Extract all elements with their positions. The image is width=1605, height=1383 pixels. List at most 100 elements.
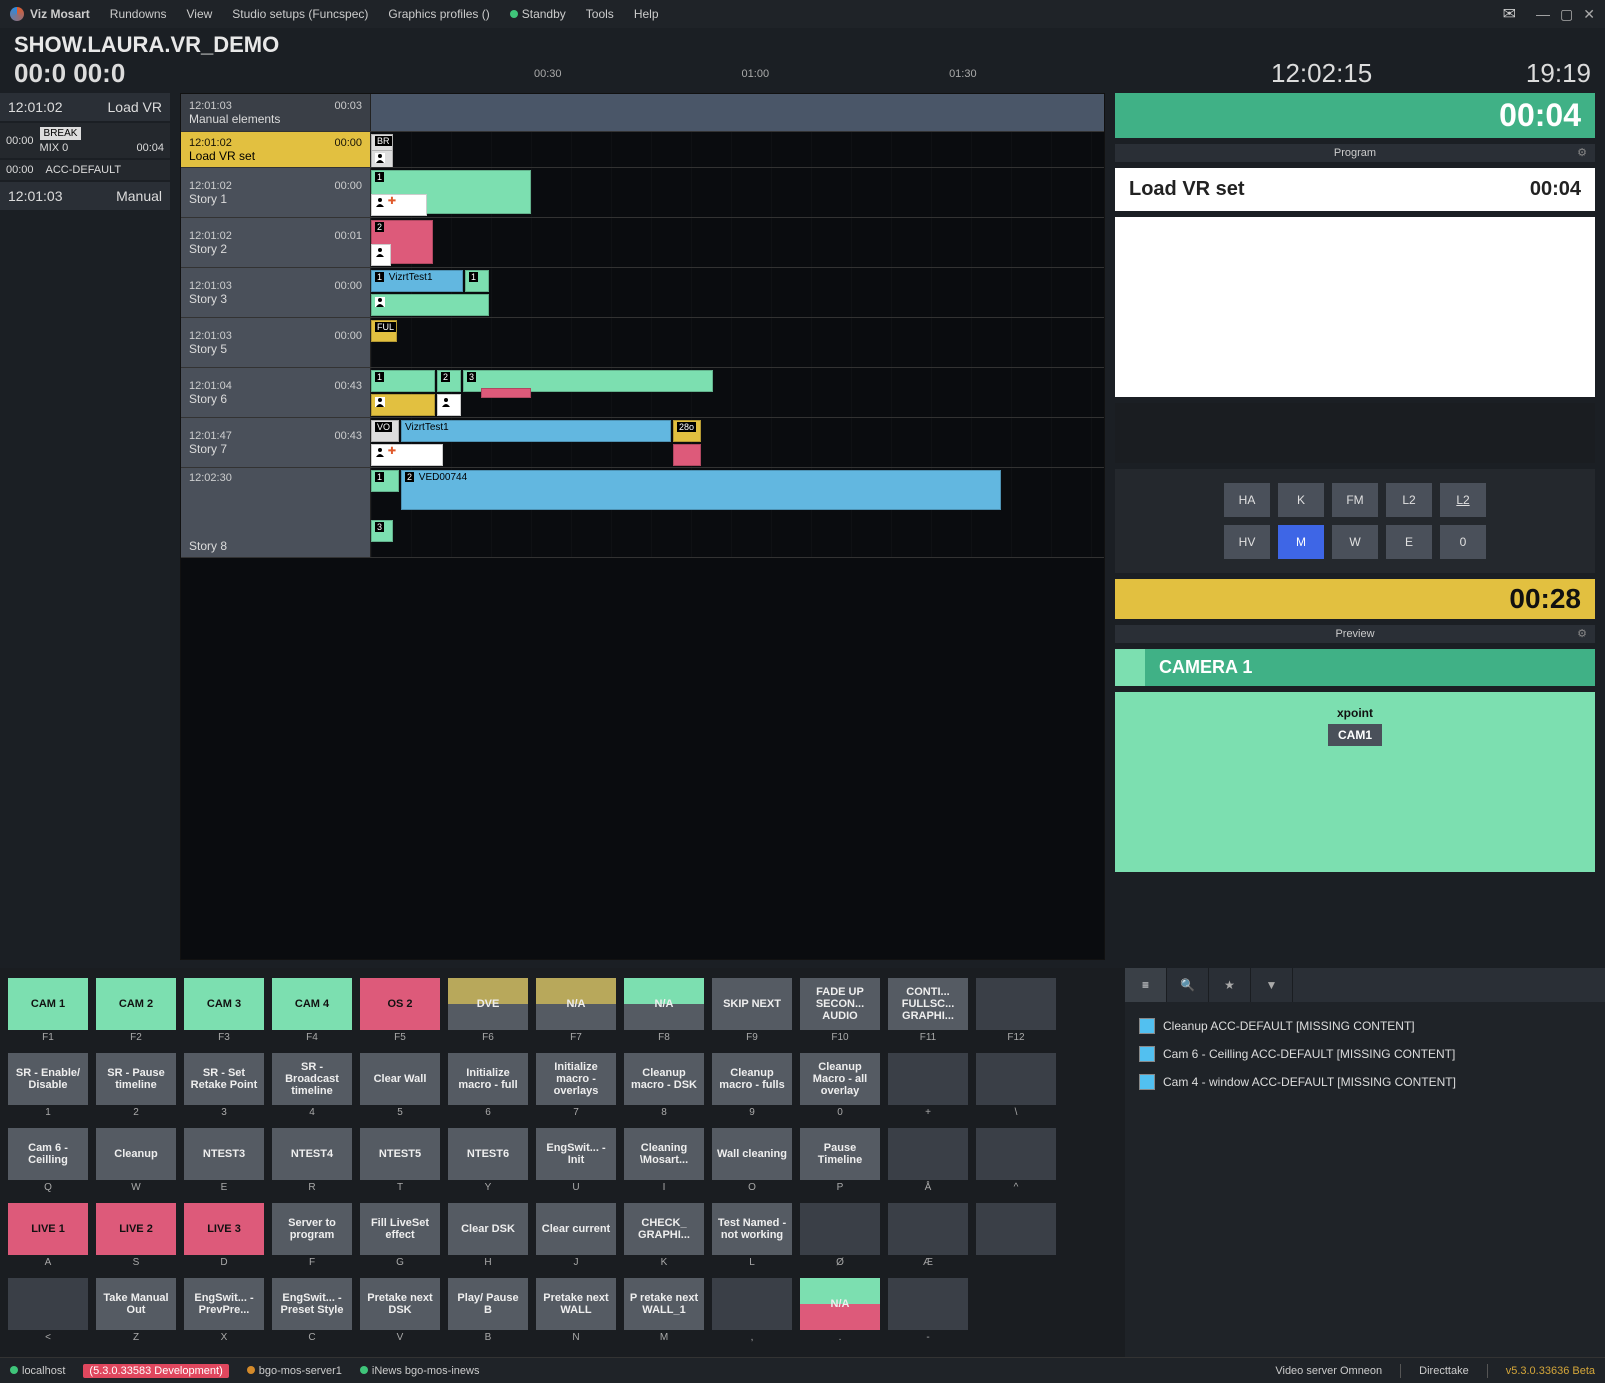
clip[interactable]: VizrtTest1	[401, 420, 671, 442]
clip[interactable]	[371, 294, 489, 316]
shortcut-key[interactable]: Clear DSK	[448, 1203, 528, 1255]
clip[interactable]: VO	[371, 420, 399, 442]
shortcut-key[interactable]: EngSwit... - PrevPre...	[184, 1278, 264, 1330]
story-label[interactable]: 12:01:0300:03 Manual elements	[181, 94, 371, 131]
clip[interactable]: ✚	[371, 194, 427, 216]
shortcut-key[interactable]: SR - Broadcast timeline	[272, 1053, 352, 1105]
shortcut-key[interactable]: Cleanup	[96, 1128, 176, 1180]
btn-fm[interactable]: FM	[1332, 483, 1378, 517]
menu-graphics-profiles[interactable]: Graphics profiles ()	[388, 7, 489, 21]
asset-list-item[interactable]: Cleanup ACC-DEFAULT [MISSING CONTENT]	[1135, 1012, 1595, 1040]
shortcut-key[interactable]: DVE	[448, 978, 528, 1030]
btn-0[interactable]: 0	[1440, 525, 1486, 559]
window-maximize-icon[interactable]: ▢	[1560, 6, 1573, 23]
shortcut-key[interactable]	[976, 978, 1056, 1030]
btn-l2[interactable]: L2	[1386, 483, 1432, 517]
shortcut-key[interactable]: CONTI... FULLSC... GRAPHI...	[888, 978, 968, 1030]
shortcut-key[interactable]: CHECK_ GRAPHI...	[624, 1203, 704, 1255]
shortcut-key[interactable]: Cleanup Macro - all overlay	[800, 1053, 880, 1105]
shortcut-key[interactable]	[976, 1128, 1056, 1180]
clip[interactable]: 1	[371, 370, 435, 392]
shortcut-key[interactable]	[976, 1053, 1056, 1105]
shortcut-key[interactable]: CAM 2	[96, 978, 176, 1030]
clip[interactable]	[371, 244, 391, 266]
shortcut-key[interactable]: CAM 4	[272, 978, 352, 1030]
gear-icon[interactable]: ⚙	[1577, 146, 1587, 159]
shortcut-key[interactable]: Play/ Pause B	[448, 1278, 528, 1330]
shortcut-key[interactable]: NTEST5	[360, 1128, 440, 1180]
clip[interactable]	[437, 394, 461, 416]
shortcut-key[interactable]: Cleaning \Mosart...	[624, 1128, 704, 1180]
shortcut-key[interactable]	[976, 1203, 1056, 1255]
shortcut-key[interactable]: SR - Pause timeline	[96, 1053, 176, 1105]
shortcut-key[interactable]: CAM 3	[184, 978, 264, 1030]
shortcut-key[interactable]	[8, 1278, 88, 1330]
shortcut-key[interactable]: Pretake next DSK	[360, 1278, 440, 1330]
shortcut-key[interactable]: Take Manual Out	[96, 1278, 176, 1330]
btn-m[interactable]: M	[1278, 525, 1324, 559]
shortcut-key[interactable]: CAM 1	[8, 978, 88, 1030]
shortcut-key[interactable]: SR - Enable/ Disable	[8, 1053, 88, 1105]
btn-ha[interactable]: HA	[1224, 483, 1270, 517]
timeline[interactable]: 12:01:0300:03 Manual elements 12:01:0200…	[180, 93, 1105, 960]
menu-studio-setups[interactable]: Studio setups (Funcspec)	[232, 7, 368, 21]
gear-icon[interactable]: ⚙	[1577, 627, 1587, 640]
clip[interactable]	[673, 444, 701, 466]
xpoint-value[interactable]: CAM1	[1328, 724, 1382, 746]
story-label[interactable]: 12:01:0200:00 Story 1	[181, 168, 371, 217]
clip[interactable]: FUL	[371, 320, 397, 342]
shortcut-key[interactable]: Clear Wall	[360, 1053, 440, 1105]
clip[interactable]	[371, 394, 435, 416]
shortcut-key[interactable]	[888, 1053, 968, 1105]
shortcut-key[interactable]: SR - Set Retake Point	[184, 1053, 264, 1105]
tab-search-icon[interactable]: 🔍	[1167, 968, 1209, 1002]
shortcut-key[interactable]	[800, 1203, 880, 1255]
shortcut-key[interactable]: NTEST4	[272, 1128, 352, 1180]
btn-l2-u[interactable]: L2	[1440, 483, 1486, 517]
clip[interactable]: 1	[371, 470, 399, 492]
asset-list-item[interactable]: Cam 4 - window ACC-DEFAULT [MISSING CONT…	[1135, 1068, 1595, 1096]
shortcut-key[interactable]: Clear current	[536, 1203, 616, 1255]
asset-list-item[interactable]: Cam 6 - Ceilling ACC-DEFAULT [MISSING CO…	[1135, 1040, 1595, 1068]
story-label[interactable]: 12:01:0300:00 Story 3	[181, 268, 371, 317]
story-label[interactable]: 12:01:0300:00 Story 5	[181, 318, 371, 367]
shortcut-key[interactable]: Initialize macro - overlays	[536, 1053, 616, 1105]
story-label[interactable]: 12:01:0400:43 Story 6	[181, 368, 371, 417]
shortcut-key[interactable]: Cleanup macro - fulls	[712, 1053, 792, 1105]
clip[interactable]: 3	[371, 520, 393, 542]
menu-view[interactable]: View	[187, 7, 213, 21]
btn-hv[interactable]: HV	[1224, 525, 1270, 559]
clip[interactable]: 1	[465, 270, 489, 292]
menu-help[interactable]: Help	[634, 7, 659, 21]
clip[interactable]	[371, 150, 393, 167]
mail-icon[interactable]: ✉	[1503, 4, 1516, 24]
clip[interactable]: 2	[437, 370, 461, 392]
clip[interactable]: 2 VED00744	[401, 470, 1001, 510]
shortcut-key[interactable]: N/A	[536, 978, 616, 1030]
shortcut-key[interactable]: EngSwit... - Preset Style	[272, 1278, 352, 1330]
shortcut-key[interactable]: Cleanup macro - DSK	[624, 1053, 704, 1105]
shortcut-key[interactable]: Pause Timeline	[800, 1128, 880, 1180]
shortcut-key[interactable]: EngSwit... - Init	[536, 1128, 616, 1180]
shortcut-key[interactable]: Wall cleaning	[712, 1128, 792, 1180]
shortcut-key[interactable]: P retake next WALL_1	[624, 1278, 704, 1330]
shortcut-key[interactable]: Fill LiveSet effect	[360, 1203, 440, 1255]
shortcut-key[interactable]: Pretake next WALL	[536, 1278, 616, 1330]
shortcut-key[interactable]: N/A	[800, 1278, 880, 1330]
clip[interactable]: 28o	[673, 420, 701, 442]
clip[interactable]	[481, 388, 531, 398]
window-minimize-icon[interactable]: —	[1536, 6, 1550, 23]
shortcut-key[interactable]: FADE UP SECON... AUDIO	[800, 978, 880, 1030]
shortcut-key[interactable]: NTEST3	[184, 1128, 264, 1180]
menu-tools[interactable]: Tools	[586, 7, 614, 21]
shortcut-key[interactable]: Initialize macro - full	[448, 1053, 528, 1105]
shortcut-key[interactable]: Server to program	[272, 1203, 352, 1255]
btn-k[interactable]: K	[1278, 483, 1324, 517]
shortcut-key[interactable]	[712, 1278, 792, 1330]
tab-filter-icon[interactable]: ▼	[1251, 968, 1293, 1002]
shortcut-key[interactable]: LIVE 3	[184, 1203, 264, 1255]
shortcut-key[interactable]: LIVE 2	[96, 1203, 176, 1255]
story-label[interactable]: 12:01:0200:00 Load VR set	[181, 132, 371, 167]
shortcut-key[interactable]	[888, 1128, 968, 1180]
shortcut-key[interactable]	[888, 1278, 968, 1330]
